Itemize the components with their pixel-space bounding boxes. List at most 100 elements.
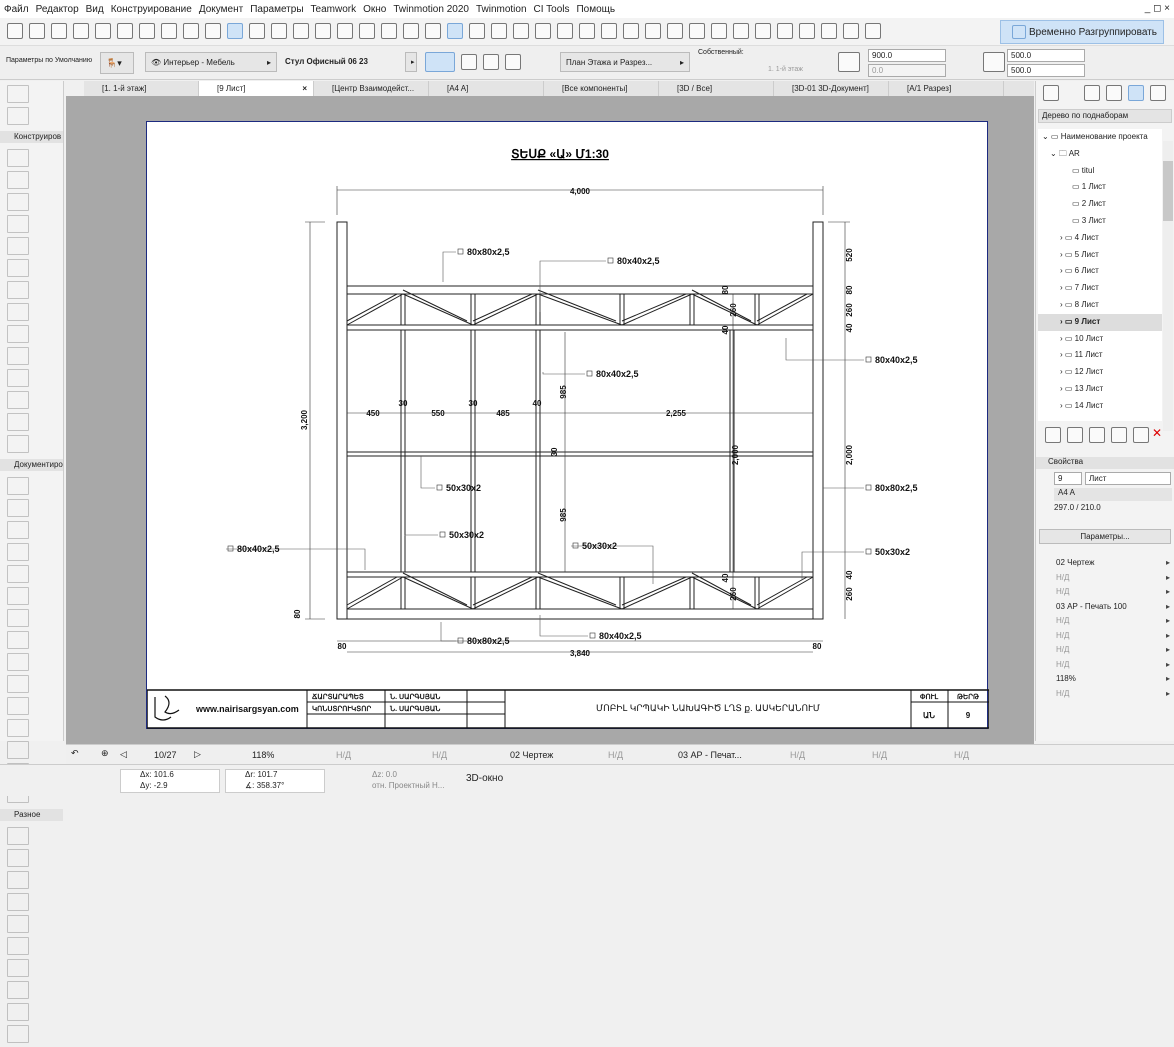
menu-item[interactable]: CI Tools xyxy=(534,4,570,15)
project-map-icon[interactable] xyxy=(1084,85,1100,101)
anchor-icon[interactable] xyxy=(425,52,455,72)
toolbar-tool-icon[interactable] xyxy=(667,23,683,39)
toolbar-tool-icon[interactable] xyxy=(513,23,529,39)
layout-item[interactable]: › ▭ 12 Лист xyxy=(1038,364,1162,381)
tool-icon[interactable] xyxy=(7,237,29,255)
tool-icon[interactable] xyxy=(7,1003,29,1021)
refresh-icon[interactable] xyxy=(1133,426,1149,443)
layout-item[interactable]: › ▭ 4 Лист xyxy=(1038,230,1162,247)
layout-item[interactable]: › ▭ 5 Лист xyxy=(1038,247,1162,264)
tool-icon[interactable] xyxy=(7,281,29,299)
toolbar-tool-icon[interactable] xyxy=(117,23,133,39)
property-row[interactable]: Н/Д xyxy=(1036,629,1174,644)
view-map-icon[interactable] xyxy=(1106,85,1122,101)
new-master-icon[interactable] xyxy=(1089,426,1105,443)
tool-icon[interactable] xyxy=(7,413,29,431)
delete-icon[interactable]: ✕ xyxy=(1152,426,1162,440)
tool-icon[interactable] xyxy=(7,719,29,737)
toolbar-tool-icon[interactable] xyxy=(425,23,441,39)
new-folder-icon[interactable] xyxy=(1067,426,1083,443)
layout-book-icon[interactable] xyxy=(1128,85,1144,101)
menu-item[interactable]: Teamwork xyxy=(311,4,357,15)
layout-item[interactable]: › ▭ 10 Лист xyxy=(1038,331,1162,348)
tool-icon[interactable] xyxy=(7,937,29,955)
layout-name-input[interactable]: Лист xyxy=(1085,472,1171,485)
tool-icon[interactable] xyxy=(7,959,29,977)
tree-root[interactable]: ⌄ ▭ Наименование проекта xyxy=(1038,129,1162,146)
ungroup-button[interactable]: Временно Разгруппировать xyxy=(1000,20,1164,44)
tool-icon[interactable] xyxy=(7,915,29,933)
clone-icon[interactable] xyxy=(1111,426,1127,443)
reference-level[interactable]: отн. Проектный Н... xyxy=(372,781,444,790)
toolbar-tool-icon[interactable] xyxy=(645,23,661,39)
tool-icon[interactable] xyxy=(7,741,29,759)
drawing-canvas[interactable]: 4,000 3,840 3,200 450 30 550 30 485 40 2,255 520 80… xyxy=(66,96,1034,744)
tool-icon[interactable] xyxy=(7,149,29,167)
toolbar-tool-icon[interactable] xyxy=(557,23,573,39)
toolbar-tool-icon[interactable] xyxy=(161,23,177,39)
layout-item[interactable]: ▭ 1 Лист xyxy=(1038,179,1162,196)
layout-item[interactable]: › ▭ 6 Лист xyxy=(1038,263,1162,280)
menu-item[interactable]: Вид xyxy=(86,4,104,15)
tool-icon[interactable] xyxy=(7,543,29,561)
section-design[interactable]: Конструиров xyxy=(0,131,63,143)
navigator-options-icon[interactable] xyxy=(1043,85,1059,101)
tool-icon[interactable] xyxy=(7,347,29,365)
toolbar-tool-icon[interactable] xyxy=(821,23,837,39)
tool-icon[interactable] xyxy=(7,259,29,277)
layout-item[interactable]: › ▭ 14 Лист xyxy=(1038,398,1162,415)
toolbar-tool-icon[interactable] xyxy=(755,23,771,39)
toolbar-tool-icon[interactable] xyxy=(623,23,639,39)
toolbar-tool-icon[interactable] xyxy=(469,23,485,39)
tool-icon[interactable] xyxy=(7,1025,29,1043)
height-input[interactable]: 900.0 xyxy=(868,49,946,62)
tab[interactable]: [Все компоненты] xyxy=(544,81,659,96)
tool-icon[interactable] xyxy=(7,893,29,911)
properties-header[interactable]: Свойства xyxy=(1036,457,1174,469)
property-row[interactable]: Н/Д xyxy=(1036,658,1174,673)
anchor-icon[interactable] xyxy=(505,54,521,70)
toolbar-tool-icon[interactable] xyxy=(51,23,67,39)
tool-icon[interactable] xyxy=(7,391,29,409)
toolbar-tool-icon[interactable] xyxy=(865,23,881,39)
tool-icon[interactable] xyxy=(7,849,29,867)
menu-item[interactable]: Помощь xyxy=(576,4,615,15)
layout-item[interactable]: › ▭ 11 Лист xyxy=(1038,347,1162,364)
toolbar-tool-icon[interactable] xyxy=(7,23,23,39)
property-row[interactable]: Н/Д xyxy=(1036,687,1174,702)
property-row[interactable]: Н/Д xyxy=(1036,643,1174,658)
arrow-tool[interactable] xyxy=(7,85,29,103)
zoom-level[interactable]: 118% xyxy=(252,750,274,760)
tool-icon[interactable] xyxy=(7,477,29,495)
object-more-button[interactable]: ▸ xyxy=(405,52,417,72)
publisher-icon[interactable] xyxy=(1150,85,1166,101)
tool-icon[interactable] xyxy=(7,215,29,233)
toolbar-tool-icon[interactable] xyxy=(183,23,199,39)
tool-icon[interactable] xyxy=(7,369,29,387)
depth-input[interactable]: 500.0 xyxy=(1007,64,1085,77)
toolbar-tool-icon[interactable] xyxy=(205,23,221,39)
layout-item[interactable]: ▭ 2 Лист xyxy=(1038,196,1162,213)
tree-folder[interactable]: ⌄ 🗀 AR xyxy=(1038,146,1162,163)
tool-icon[interactable] xyxy=(7,675,29,693)
tab[interactable]: [Центр Взаимодейст... xyxy=(314,81,429,96)
tool-icon[interactable] xyxy=(7,499,29,517)
tab[interactable]: [1. 1-й этаж] xyxy=(84,81,199,96)
master-select[interactable]: A4 A xyxy=(1054,488,1172,501)
tool-icon[interactable] xyxy=(7,565,29,583)
toolbar-tool-icon[interactable] xyxy=(777,23,793,39)
section-more[interactable]: Разное xyxy=(0,809,63,821)
menu-item[interactable]: Файл xyxy=(4,4,29,15)
toolbar-tool-icon[interactable] xyxy=(535,23,551,39)
toolbar-tool-icon[interactable] xyxy=(315,23,331,39)
toolbar-tool-icon[interactable] xyxy=(359,23,375,39)
section-document[interactable]: Документиро xyxy=(0,459,63,471)
menu-item[interactable]: Документ xyxy=(199,4,243,15)
toolbar-tool-icon[interactable] xyxy=(271,23,287,39)
toolbar-tool-icon[interactable] xyxy=(337,23,353,39)
toolbar-tool-icon[interactable] xyxy=(733,23,749,39)
pen-set[interactable]: 03 АР - Печат... xyxy=(678,750,742,760)
tab[interactable]: [A/1 Разрез] xyxy=(889,81,1004,96)
tab[interactable]: [3D-01 3D-Документ] xyxy=(774,81,889,96)
property-row[interactable]: 02 Чертеж xyxy=(1036,556,1174,571)
